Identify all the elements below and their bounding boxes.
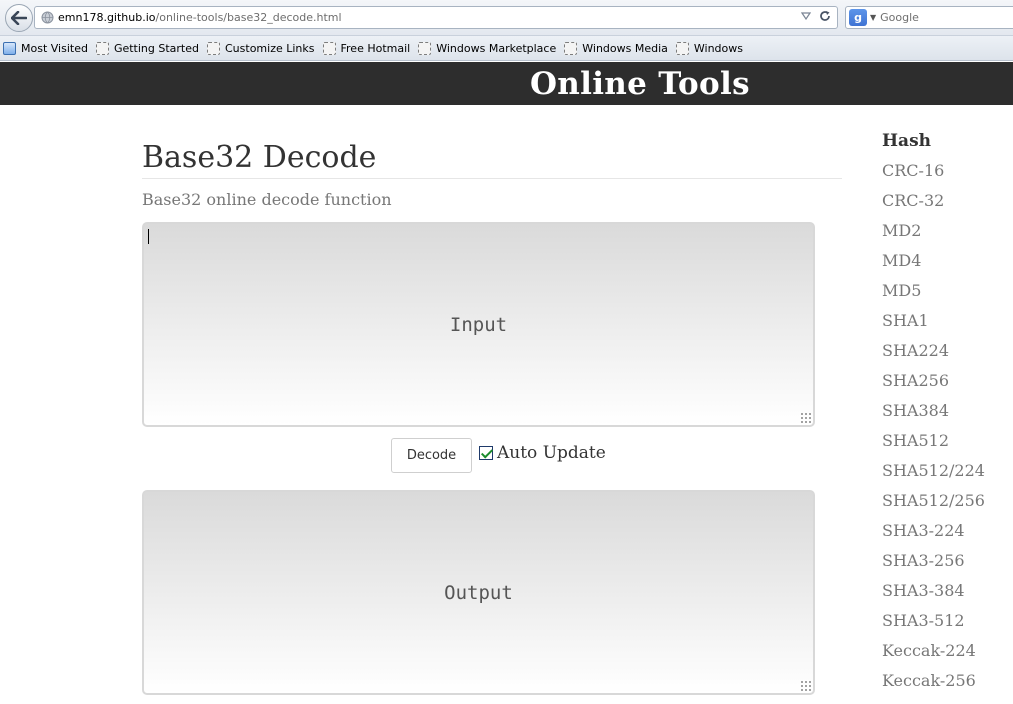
sidebar-item-md2[interactable]: MD2 — [882, 221, 985, 251]
bookmark-most-visited[interactable]: Most Visited — [3, 41, 88, 55]
sidebar-nav: Hash CRC-16 CRC-32 MD2 MD4 MD5 SHA1 SHA2… — [882, 131, 985, 701]
sidebar-item-sha512[interactable]: SHA512 — [882, 431, 985, 461]
sidebar-item-sha512-224[interactable]: SHA512/224 — [882, 461, 985, 491]
sidebar-item-keccak-224[interactable]: Keccak-224 — [882, 641, 985, 671]
sidebar-item-sha3-384[interactable]: SHA3-384 — [882, 581, 985, 611]
back-button[interactable] — [5, 4, 33, 32]
auto-update-label: Auto Update — [497, 443, 606, 463]
google-icon[interactable]: g — [849, 9, 867, 26]
output-textarea[interactable]: Output — [142, 490, 815, 695]
bookmarks-toolbar: Most Visited Getting Started Customize L… — [0, 36, 1013, 61]
search-placeholder: Google — [880, 11, 919, 24]
sidebar-item-sha512-256[interactable]: SHA512/256 — [882, 491, 985, 521]
page-description: Base32 online decode function — [142, 190, 392, 209]
sidebar-item-sha3-256[interactable]: SHA3-256 — [882, 551, 985, 581]
auto-update-toggle[interactable]: Auto Update — [479, 443, 606, 463]
sidebar-item-crc-16[interactable]: CRC-16 — [882, 161, 985, 191]
output-placeholder: Output — [444, 581, 513, 604]
site-header — [0, 62, 1013, 105]
bookmark-getting-started[interactable]: Getting Started — [95, 41, 199, 55]
sidebar-heading-hash: Hash — [882, 131, 932, 151]
bookmark-icon — [418, 41, 432, 55]
bookmark-icon — [564, 41, 578, 55]
input-placeholder: Input — [449, 313, 508, 336]
globe-icon — [41, 11, 54, 24]
search-engine-caret-icon[interactable]: ▼ — [870, 13, 876, 22]
url-bar[interactable]: emn178.github.io/online-tools/base32_dec… — [34, 6, 838, 29]
search-bar[interactable]: g ▼ Google — [845, 6, 1013, 29]
site-title[interactable]: Online Tools — [530, 66, 750, 102]
auto-update-checkbox[interactable] — [479, 446, 493, 460]
most-visited-icon — [3, 41, 16, 55]
url-host: emn178.github.io — [58, 11, 156, 24]
bookmark-windows-marketplace[interactable]: Windows Marketplace — [418, 41, 556, 55]
back-arrow-icon — [11, 11, 27, 25]
text-caret — [148, 229, 149, 244]
dropdown-arrow-icon[interactable] — [801, 12, 811, 20]
input-textarea[interactable]: Input — [142, 222, 815, 427]
bookmark-icon — [207, 41, 220, 55]
heading-divider — [142, 178, 842, 179]
bookmark-windows[interactable]: Windows — [675, 41, 743, 55]
sidebar-item-md4[interactable]: MD4 — [882, 251, 985, 281]
browser-navbar: emn178.github.io/online-tools/base32_dec… — [0, 0, 1013, 36]
bookmark-icon — [322, 41, 336, 55]
sidebar-item-sha3-224[interactable]: SHA3-224 — [882, 521, 985, 551]
sidebar-item-sha256[interactable]: SHA256 — [882, 371, 985, 401]
sidebar-item-keccak-256[interactable]: Keccak-256 — [882, 671, 985, 701]
bookmark-icon — [95, 41, 109, 55]
resize-grip-icon[interactable] — [800, 412, 811, 423]
bookmark-windows-media[interactable]: Windows Media — [564, 41, 668, 55]
sidebar-item-sha384[interactable]: SHA384 — [882, 401, 985, 431]
sidebar-item-sha224[interactable]: SHA224 — [882, 341, 985, 371]
sidebar-item-sha1[interactable]: SHA1 — [882, 311, 985, 341]
resize-grip-icon[interactable] — [800, 680, 811, 691]
bookmark-customize-links[interactable]: Customize Links — [207, 41, 315, 55]
page-title: Base32 Decode — [142, 140, 377, 175]
sidebar-item-md5[interactable]: MD5 — [882, 281, 985, 311]
bookmark-icon — [675, 41, 689, 55]
sidebar-item-crc-32[interactable]: CRC-32 — [882, 191, 985, 221]
sidebar-item-sha3-512[interactable]: SHA3-512 — [882, 611, 985, 641]
url-path: /online-tools/base32_decode.html — [155, 11, 342, 24]
bookmark-free-hotmail[interactable]: Free Hotmail — [322, 41, 410, 55]
reload-icon[interactable] — [819, 10, 831, 22]
decode-button[interactable]: Decode — [391, 438, 472, 473]
